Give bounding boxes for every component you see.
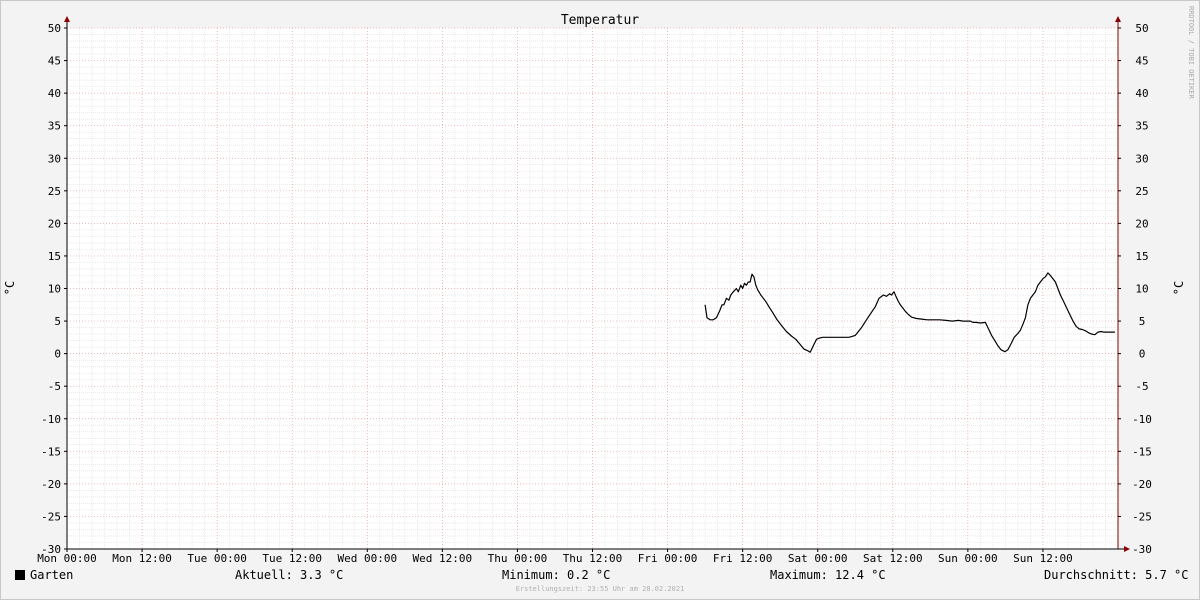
y-tick-label-right: 10	[1135, 283, 1148, 296]
x-tick-label: Fri 00:00	[638, 552, 698, 565]
y-axis-left-arrow	[64, 16, 70, 22]
y-tick-label-left: -5	[48, 380, 61, 393]
x-tick-label: Sun 00:00	[938, 552, 998, 565]
y-tick-label-left: 30	[48, 152, 61, 165]
y-tick-label-left: -15	[41, 445, 61, 458]
y-tick-label-left: 45	[48, 55, 61, 68]
x-tick-label: Mon 12:00	[112, 552, 172, 565]
y-tick-label-left: 10	[48, 283, 61, 296]
x-tick-label: Sat 12:00	[863, 552, 923, 565]
x-tick-label: Wed 12:00	[413, 552, 473, 565]
y-tick-label-right: 35	[1135, 120, 1148, 133]
y-axis-right-arrow	[1115, 16, 1121, 22]
y-tick-label-right: 50	[1135, 22, 1148, 35]
x-tick-label: Tue 00:00	[187, 552, 247, 565]
y-tick-label-right: 40	[1135, 87, 1148, 100]
y-tick-label-right: -15	[1132, 445, 1152, 458]
y-tick-label-left: -10	[41, 413, 61, 426]
x-axis-arrow	[1124, 546, 1130, 552]
y-tick-label-right: 15	[1135, 250, 1148, 263]
legend-swatch	[15, 570, 25, 580]
x-tick-label: Fri 12:00	[713, 552, 773, 565]
y-tick-label-right: 20	[1135, 217, 1148, 230]
y-tick-label-left: 25	[48, 185, 61, 198]
y-tick-label-left: -20	[41, 478, 61, 491]
y-tick-label-right: 45	[1135, 55, 1148, 68]
y-tick-label-left: 40	[48, 87, 61, 100]
y-tick-label-left: -25	[41, 510, 61, 523]
temperature-chart: 50454035302520151050-5-10-15-20-25-30 50…	[3, 6, 1195, 565]
x-tick-label: Wed 00:00	[337, 552, 397, 565]
y-tick-label-left: 0	[54, 348, 61, 361]
y-axis-right-ticks: 50454035302520151050-5-10-15-20-25-30	[1118, 22, 1152, 556]
x-tick-label: Sat 00:00	[788, 552, 848, 565]
legend-series-label: Garten	[30, 568, 74, 582]
x-tick-label: Tue 12:00	[262, 552, 322, 565]
legend-durchschnitt: Durchschnitt: 5.7 °C	[1044, 568, 1189, 582]
y-tick-label-right: -10	[1132, 413, 1152, 426]
legend-minimum: Minimum: 0.2 °C	[502, 568, 611, 582]
footer-timestamp: Erstellungszeit: 23:55 Uhr am 28.02.2021	[515, 585, 685, 593]
x-tick-label: Thu 00:00	[488, 552, 548, 565]
y-axis-label-right: °C	[1172, 281, 1186, 295]
chart-title: Temperatur	[561, 13, 639, 28]
x-tick-label: Thu 12:00	[563, 552, 623, 565]
y-tick-label-left: 15	[48, 250, 61, 263]
y-axis-left-ticks: 50454035302520151050-5-10-15-20-25-30	[41, 22, 67, 556]
legend-maximum: Maximum: 12.4 °C	[770, 568, 886, 582]
y-tick-label-left: 35	[48, 120, 61, 133]
x-axis-ticks: Mon 00:00 Mon 12:00 Tue 00:00 Tue 12:00 Wed …	[37, 549, 1073, 565]
y-tick-label-left: 20	[48, 217, 61, 230]
y-axis-label-left: °C	[3, 281, 17, 295]
y-tick-label-left: 5	[54, 315, 61, 328]
x-tick-label: Mon 00:00	[37, 552, 97, 565]
y-tick-label-right: 25	[1135, 185, 1148, 198]
legend-aktuell: Aktuell: 3.3 °C	[235, 568, 344, 582]
y-tick-label-right: 0	[1139, 348, 1146, 361]
y-tick-label-left: 50	[48, 22, 61, 35]
y-tick-label-right: -30	[1132, 543, 1152, 556]
y-tick-label-right: -25	[1132, 510, 1152, 523]
y-tick-label-right: -5	[1135, 380, 1148, 393]
x-tick-label: Sun 12:00	[1013, 552, 1073, 565]
watermark: RRDTOOL / TOBI OETIKER	[1187, 6, 1195, 100]
y-tick-label-right: -20	[1132, 478, 1152, 491]
y-tick-label-right: 30	[1135, 152, 1148, 165]
legend-series: Garten	[15, 568, 73, 582]
y-tick-label-right: 5	[1139, 315, 1146, 328]
